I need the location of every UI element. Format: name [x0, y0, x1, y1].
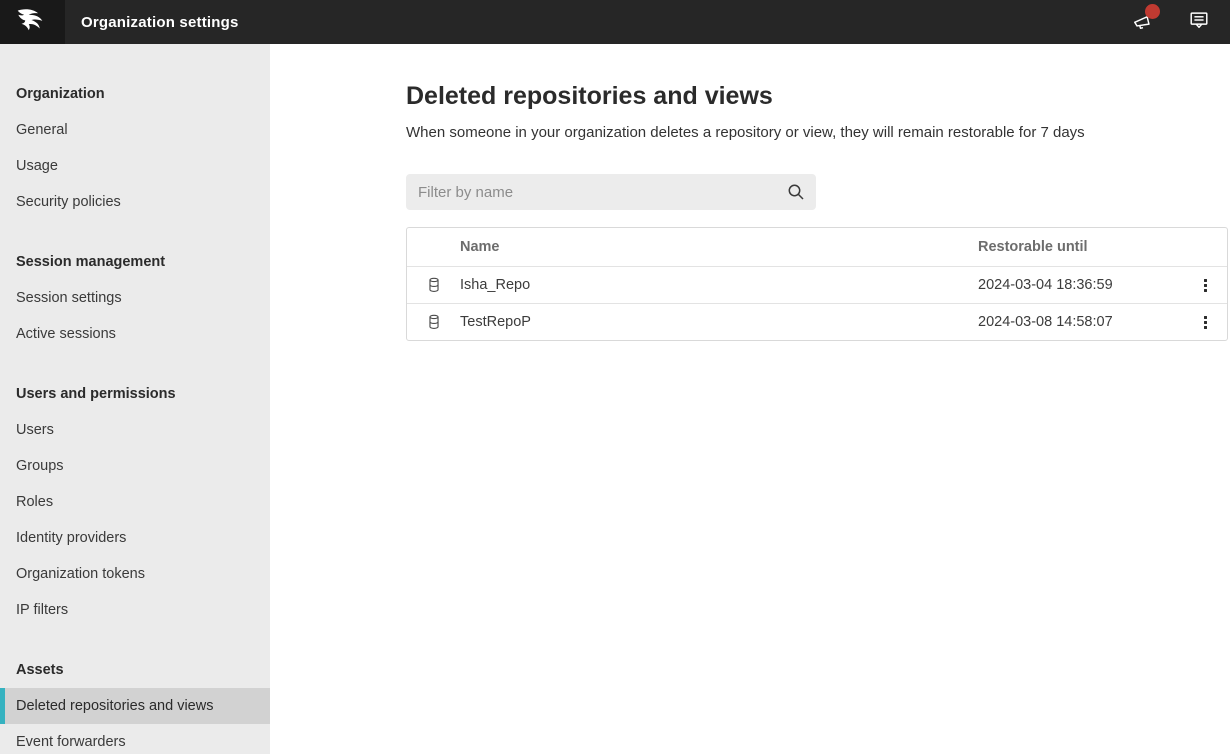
column-header-restorable-until: Restorable until — [978, 239, 1183, 255]
sidebar-item-roles[interactable]: Roles — [0, 484, 270, 520]
sidebar-item-ip-filters[interactable]: IP filters — [0, 592, 270, 628]
restorable-until-value: 2024-03-04 18:36:59 — [978, 277, 1183, 293]
table-row: TestRepoP 2024-03-08 14:58:07 — [407, 303, 1227, 340]
crowdstrike-logo[interactable] — [0, 0, 65, 44]
section-header-organization: Organization — [0, 76, 270, 112]
repo-name: TestRepoP — [460, 314, 978, 330]
main-content: Deleted repositories and views When some… — [270, 44, 1230, 754]
deleted-repos-table: Name Restorable until Isha_Repo 2024-03-… — [406, 227, 1228, 341]
section-header-assets: Assets — [0, 652, 270, 688]
sidebar-item-session-settings[interactable]: Session settings — [0, 280, 270, 316]
table-header-row: Name Restorable until — [407, 228, 1227, 266]
row-actions-menu-button[interactable] — [1198, 311, 1213, 334]
falcon-icon — [16, 6, 50, 39]
sidebar-item-security-policies[interactable]: Security policies — [0, 184, 270, 220]
settings-sidebar: Organization General Usage Security poli… — [0, 44, 270, 754]
section-header-users-permissions: Users and permissions — [0, 376, 270, 412]
topbar: Organization settings — [0, 0, 1230, 44]
column-header-name: Name — [460, 239, 978, 255]
search-icon — [787, 183, 805, 206]
repo-name: Isha_Repo — [460, 277, 978, 293]
sidebar-item-deleted-repositories[interactable]: Deleted repositories and views — [0, 688, 270, 724]
section-header-session-management: Session management — [0, 244, 270, 280]
repository-icon — [407, 314, 460, 330]
chat-bubble-icon — [1188, 9, 1210, 36]
row-actions-menu-button[interactable] — [1198, 274, 1213, 297]
sidebar-item-active-sessions[interactable]: Active sessions — [0, 316, 270, 352]
sidebar-item-general[interactable]: General — [0, 112, 270, 148]
sidebar-item-organization-tokens[interactable]: Organization tokens — [0, 556, 270, 592]
sidebar-item-identity-providers[interactable]: Identity providers — [0, 520, 270, 556]
filter-field — [406, 174, 816, 210]
feedback-button[interactable] — [1186, 9, 1212, 35]
sidebar-item-users[interactable]: Users — [0, 412, 270, 448]
restorable-until-value: 2024-03-08 14:58:07 — [978, 314, 1183, 330]
sidebar-item-groups[interactable]: Groups — [0, 448, 270, 484]
announcements-button[interactable] — [1130, 9, 1156, 35]
sidebar-item-event-forwarders[interactable]: Event forwarders — [0, 724, 270, 754]
sidebar-section-organization: Organization General Usage Security poli… — [0, 76, 270, 220]
page-title: Deleted repositories and views — [406, 82, 1228, 111]
topbar-actions — [1130, 9, 1230, 35]
table-row: Isha_Repo 2024-03-04 18:36:59 — [407, 266, 1227, 303]
filter-by-name-input[interactable] — [406, 174, 816, 210]
sidebar-section-session-management: Session management Session settings Acti… — [0, 244, 270, 352]
page-description: When someone in your organization delete… — [406, 124, 1228, 141]
app-title: Organization settings — [81, 14, 239, 31]
sidebar-item-usage[interactable]: Usage — [0, 148, 270, 184]
repository-icon — [407, 277, 460, 293]
sidebar-section-assets: Assets Deleted repositories and views Ev… — [0, 652, 270, 754]
sidebar-section-users-permissions: Users and permissions Users Groups Roles… — [0, 376, 270, 628]
notification-badge — [1145, 4, 1160, 19]
